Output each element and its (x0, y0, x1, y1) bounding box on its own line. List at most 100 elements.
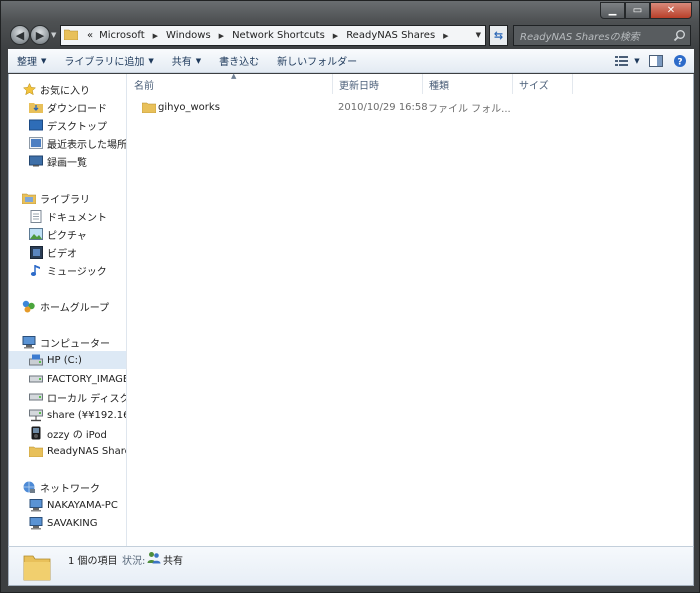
chevron-down-icon[interactable]: ▼ (476, 31, 481, 39)
nav-network-drive-share[interactable]: share (¥¥192.168. (9, 406, 126, 424)
breadcrumb-separator[interactable]: ▶ (214, 32, 229, 40)
column-header-name[interactable]: 名前 ▲ (128, 72, 333, 94)
command-bar: 整理 ▼ ライブラリに追加 ▼ 共有 ▼ 書き込む 新しいフォルダー ▼ ? (8, 49, 694, 73)
back-button[interactable]: ◀ (10, 25, 30, 45)
nav-label: FACTORY_IMAGE (47, 373, 127, 385)
nav-label: HP (C:) (47, 354, 82, 366)
nav-downloads[interactable]: ダウンロード (9, 98, 126, 116)
organize-button[interactable]: 整理 ▼ (8, 53, 55, 69)
burn-label: 書き込む (219, 57, 260, 68)
arrow-left-icon: ◀ (15, 28, 25, 42)
svg-text:?: ? (677, 58, 682, 68)
window-controls: ▁ ▭ ✕ (600, 2, 692, 19)
homegroup-icon (21, 299, 37, 313)
view-options-dropdown[interactable]: ▼ (632, 53, 642, 69)
breadcrumb-windows[interactable]: Windows (163, 30, 214, 41)
search-icon[interactable] (673, 29, 686, 45)
breadcrumb-separator[interactable]: ▶ (438, 32, 453, 40)
nav-nakayama-pc[interactable]: NAKAYAMA-PC (9, 496, 126, 514)
breadcrumb-microsoft[interactable]: Microsoft (96, 30, 148, 41)
nav-pictures[interactable]: ピクチャ (9, 225, 126, 243)
help-button[interactable]: ? (670, 53, 690, 69)
nav-ipod[interactable]: ozzy の iPod (9, 424, 126, 442)
nav-desktop[interactable]: デスクトップ (9, 116, 126, 134)
picture-icon (28, 227, 44, 241)
file-type: ファイル フォル... (428, 103, 511, 115)
nav-label: SAVAKING (47, 517, 98, 529)
content-area: お気に入り ダウンロード デスクトップ 最近表示した場所 録画一覧 ライブラリ (8, 72, 695, 546)
breadcrumb-separator[interactable]: ▶ (328, 32, 343, 40)
file-list: 名前 ▲ 更新日時 種類 サイズ gihyo_works 2010/10/29 … (128, 72, 695, 546)
folder-icon (142, 98, 156, 116)
search-input[interactable]: ReadyNAS Sharesの検索 (513, 25, 691, 46)
large-folder-icon (23, 551, 51, 584)
system-drive-icon (28, 353, 44, 367)
nav-local-disk[interactable]: ローカル ディスク ( (9, 388, 127, 406)
nav-label: ライブラリ (40, 194, 90, 206)
column-label: 種類 (429, 80, 449, 92)
ipod-icon (28, 426, 44, 440)
item-count: 1 個の項目 (68, 556, 118, 567)
nav-label: ビデオ (47, 248, 77, 260)
breadcrumb-separator[interactable]: ▶ (148, 32, 163, 40)
change-view-button[interactable] (612, 53, 632, 69)
preview-pane-button[interactable] (646, 53, 666, 69)
organize-label: 整理 (17, 57, 37, 68)
new-folder-label: 新しいフォルダー (277, 57, 358, 68)
recent-pages-dropdown[interactable]: ▼ (51, 31, 56, 39)
state-value: 共有 (163, 556, 183, 567)
burn-button[interactable]: 書き込む (210, 53, 268, 68)
new-folder-button[interactable]: 新しいフォルダー (268, 53, 366, 68)
breadcrumb-overflow[interactable]: « (84, 30, 96, 41)
nav-music[interactable]: ミュージック (9, 261, 126, 279)
arrow-right-icon: ▶ (35, 28, 45, 42)
chevron-down-icon: ▼ (148, 56, 154, 65)
computer-icon (28, 498, 44, 512)
refresh-button[interactable]: ⇆ (489, 25, 508, 46)
minimize-button[interactable]: ▁ (600, 2, 625, 19)
video-icon (28, 245, 44, 259)
nav-label: ネットワーク (40, 483, 100, 495)
nav-recent-places[interactable]: 最近表示した場所 (9, 134, 126, 152)
add-to-library-button[interactable]: ライブラリに追加 ▼ (55, 53, 162, 69)
refresh-icon: ⇆ (493, 29, 504, 42)
nav-documents[interactable]: ドキュメント (9, 207, 126, 225)
nav-recorded-tv[interactable]: 録画一覧 (9, 152, 126, 170)
nav-label: ozzy の iPod (47, 429, 107, 441)
column-header-size[interactable]: サイズ (513, 74, 573, 94)
sort-ascending-icon: ▲ (231, 72, 237, 80)
breadcrumb-readynas-shares[interactable]: ReadyNAS Shares (343, 30, 438, 41)
nav-savaking[interactable]: SAVAKING (9, 514, 126, 532)
desktop-icon (28, 118, 44, 132)
forward-button[interactable]: ▶ (30, 25, 50, 45)
close-button[interactable]: ✕ (650, 2, 692, 19)
navigation-pane: お気に入り ダウンロード デスクトップ 最近表示した場所 録画一覧 ライブラリ (9, 74, 127, 546)
column-header-modified[interactable]: 更新日時 (333, 74, 423, 94)
nav-videos[interactable]: ビデオ (9, 243, 126, 261)
nav-libraries[interactable]: ライブラリ (9, 189, 126, 207)
nav-favorites[interactable]: お気に入り (9, 80, 126, 98)
nav-label: ピクチャ (47, 230, 87, 242)
drive-icon (28, 372, 44, 386)
nav-homegroup[interactable]: ホームグループ (9, 297, 126, 315)
share-button[interactable]: 共有 ▼ (163, 53, 210, 69)
maximize-button[interactable]: ▭ (625, 2, 650, 19)
nav-computer[interactable]: コンピューター (9, 333, 126, 351)
column-label: 更新日時 (339, 80, 379, 92)
nav-drive-c[interactable]: HP (C:) (9, 351, 126, 369)
preview-pane-icon (649, 55, 663, 67)
nav-network[interactable]: ネットワーク (9, 478, 126, 496)
nav-label: ローカル ディスク ( (47, 393, 127, 405)
file-row[interactable]: gihyo_works 2010/10/29 16:58 ファイル フォル... (128, 98, 695, 116)
tv-icon (28, 154, 44, 168)
nav-readynas-shares[interactable]: ReadyNAS Shares (9, 442, 126, 460)
drive-icon (28, 390, 44, 404)
nav-label: ドキュメント (47, 212, 107, 224)
nav-label: ダウンロード (47, 103, 107, 115)
breadcrumb-network-shortcuts[interactable]: Network Shortcuts (229, 30, 328, 41)
document-icon (28, 209, 44, 223)
address-bar[interactable]: « Microsoft ▶ Windows ▶ Network Shortcut… (60, 25, 486, 46)
nav-factory-image[interactable]: FACTORY_IMAGE (9, 370, 127, 388)
chevron-down-icon: ▼ (41, 56, 47, 65)
column-header-type[interactable]: 種類 (423, 74, 513, 94)
